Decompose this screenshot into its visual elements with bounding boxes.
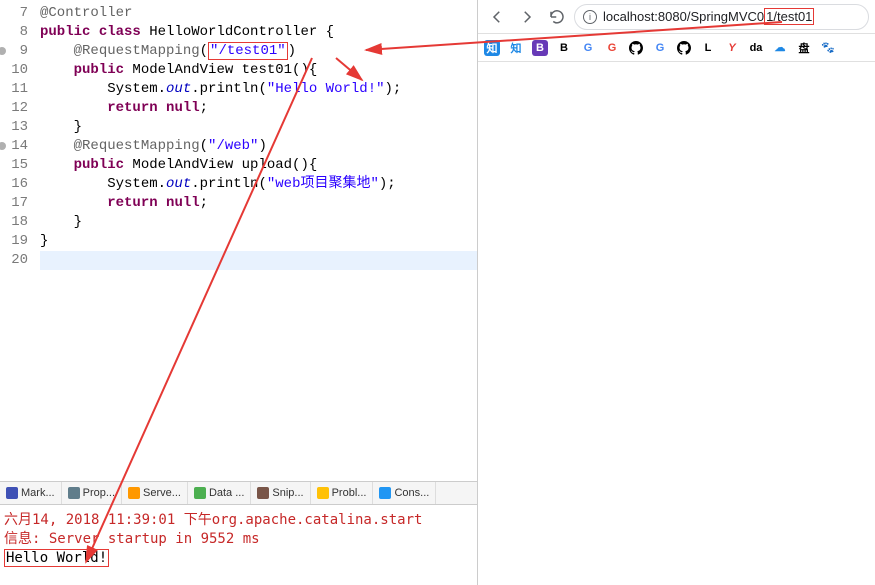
line-number-gutter: 7891011121314151617181920	[0, 0, 34, 481]
bookmark-icon: 盘	[796, 40, 812, 56]
bookmark-icon: G	[580, 40, 596, 56]
bookmark-item[interactable]: 🐾	[820, 40, 836, 56]
view-tab[interactable]: Data ...	[188, 482, 251, 504]
code-editor[interactable]: 7891011121314151617181920 @Controllerpub…	[0, 0, 477, 481]
bookmark-icon: 知	[484, 40, 500, 56]
bookmark-icon: G	[604, 40, 620, 56]
console-output-line: Hello World!	[4, 549, 473, 568]
view-tab[interactable]: Snip...	[251, 482, 310, 504]
reload-button[interactable]	[544, 4, 570, 30]
browser-pane: i localhost:8080/SpringMVC01/test01 知知BB…	[478, 0, 875, 585]
bookmark-item[interactable]: Y	[724, 40, 740, 56]
bookmarks-bar: 知知BBGGGLYda☁盘🐾	[478, 34, 875, 62]
bookmark-item[interactable]: B	[532, 40, 548, 56]
console-log-line: 六月14, 2018 11:39:01 下午org.apache.catalin…	[4, 511, 473, 530]
bottom-view-tabs: Mark... Prop... Serve... Data ... Snip... Pro…	[0, 481, 477, 505]
address-bar[interactable]: i localhost:8080/SpringMVC01/test01	[574, 4, 869, 30]
bookmark-icon: Y	[724, 40, 740, 56]
tab-icon	[128, 487, 140, 499]
browser-viewport[interactable]	[478, 62, 875, 585]
bookmark-item[interactable]: L	[700, 40, 716, 56]
bookmark-item[interactable]	[676, 40, 692, 56]
tab-label: Probl...	[332, 487, 367, 499]
tab-icon	[257, 487, 269, 499]
tab-icon	[6, 487, 18, 499]
view-tab[interactable]: Serve...	[122, 482, 188, 504]
browser-toolbar: i localhost:8080/SpringMVC01/test01	[478, 0, 875, 34]
bookmark-icon: ☁	[772, 40, 788, 56]
tab-label: Data ...	[209, 487, 244, 499]
bookmark-item[interactable]: da	[748, 40, 764, 56]
bookmark-item[interactable]: 知	[508, 40, 524, 56]
view-tab[interactable]: Cons...	[373, 482, 436, 504]
bookmark-item[interactable]: G	[652, 40, 668, 56]
bookmark-item[interactable]: 知	[484, 40, 500, 56]
bookmark-item[interactable]: G	[604, 40, 620, 56]
tab-label: Serve...	[143, 487, 181, 499]
tab-label: Cons...	[394, 487, 429, 499]
tab-label: Mark...	[21, 487, 55, 499]
arrow-left-icon	[488, 8, 506, 26]
bookmark-icon: L	[700, 40, 716, 56]
ide-pane: 7891011121314151617181920 @Controllerpub…	[0, 0, 478, 585]
bookmark-icon: B	[556, 40, 572, 56]
bookmark-item[interactable]: G	[580, 40, 596, 56]
console-panel[interactable]: 六月14, 2018 11:39:01 下午org.apache.catalin…	[0, 505, 477, 585]
bookmark-icon: 知	[508, 40, 524, 56]
tab-icon	[194, 487, 206, 499]
tab-label: Prop...	[83, 487, 115, 499]
bookmark-icon: da	[748, 40, 764, 56]
bookmark-icon: B	[532, 40, 548, 56]
bookmark-item[interactable]: B	[556, 40, 572, 56]
url-text: localhost:8080/SpringMVC01/test01	[603, 9, 814, 24]
bookmark-item[interactable]	[628, 40, 644, 56]
console-log-line: 信息: Server startup in 9552 ms	[4, 530, 473, 549]
info-icon: i	[583, 10, 597, 24]
tab-icon	[68, 487, 80, 499]
view-tab[interactable]: Prop...	[62, 482, 122, 504]
code-area[interactable]: @Controllerpublic class HelloWorldContro…	[34, 0, 477, 481]
bookmark-icon: G	[652, 40, 668, 56]
reload-icon	[548, 8, 566, 26]
bookmark-icon	[628, 40, 644, 56]
bookmark-item[interactable]: ☁	[772, 40, 788, 56]
bookmark-item[interactable]: 盘	[796, 40, 812, 56]
back-button[interactable]	[484, 4, 510, 30]
tab-icon	[317, 487, 329, 499]
bookmark-icon	[676, 40, 692, 56]
bookmark-icon: 🐾	[820, 40, 836, 56]
view-tab[interactable]: Mark...	[0, 482, 62, 504]
view-tab[interactable]: Probl...	[311, 482, 374, 504]
forward-button[interactable]	[514, 4, 540, 30]
arrow-right-icon	[518, 8, 536, 26]
tab-icon	[379, 487, 391, 499]
tab-label: Snip...	[272, 487, 303, 499]
